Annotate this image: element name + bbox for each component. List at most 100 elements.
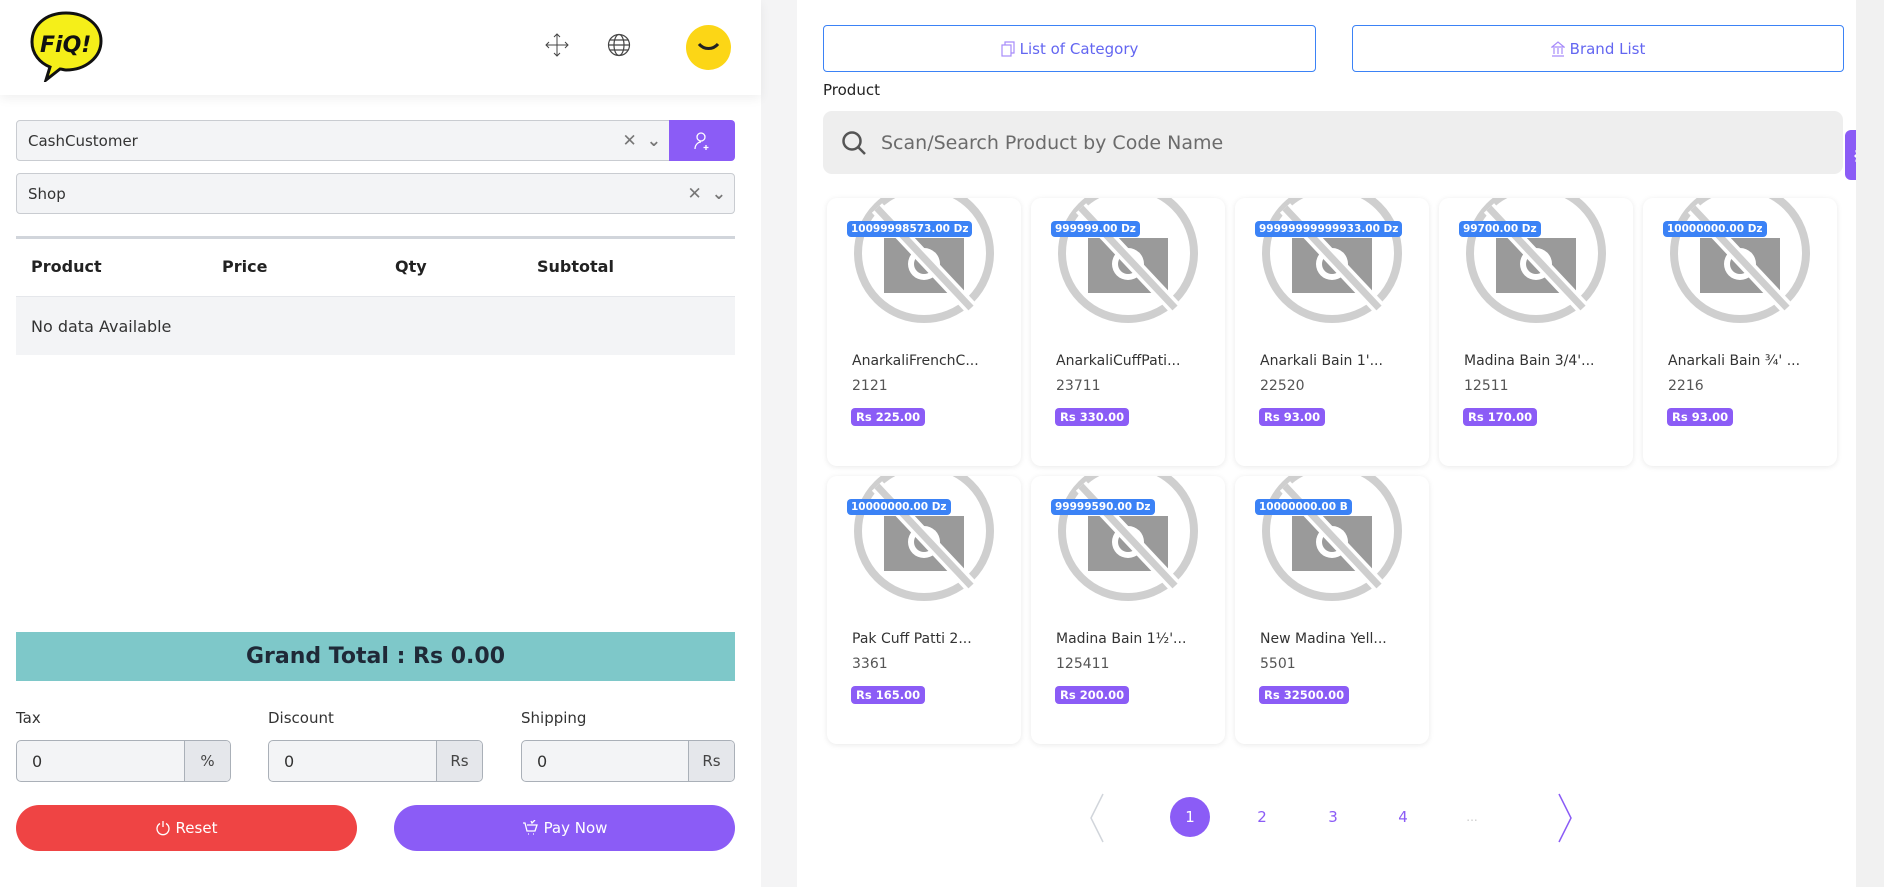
page-1[interactable]: 1 xyxy=(1170,797,1210,837)
page-2[interactable]: 2 xyxy=(1242,797,1282,837)
shipping-value[interactable]: 0 xyxy=(522,741,688,781)
add-customer-button[interactable] xyxy=(669,120,735,161)
next-page-button[interactable] xyxy=(1556,792,1574,848)
col-subtotal: Subtotal xyxy=(537,257,614,276)
stock-badge: 10099998573.00 Dz xyxy=(847,221,973,237)
copy-icon xyxy=(1001,40,1015,57)
empty-message: No data Available xyxy=(31,316,172,336)
tax-value[interactable]: 0 xyxy=(17,741,184,781)
grand-total: Grand Total : Rs 0.00 xyxy=(16,632,735,681)
no-image-icon xyxy=(854,476,994,601)
no-image-icon xyxy=(1058,476,1198,601)
brand-label: Brand List xyxy=(1569,39,1646,58)
chevron-down-icon[interactable]: ⌄ xyxy=(647,131,661,151)
product-label: Product xyxy=(823,81,880,99)
category-label: List of Category xyxy=(1019,39,1139,58)
stock-badge: 10000000.00 Dz xyxy=(847,499,951,515)
avatar[interactable] xyxy=(686,25,731,70)
product-code: 2216 xyxy=(1668,378,1704,394)
price-badge: Rs 330.00 xyxy=(1055,408,1130,426)
customer-select[interactable]: CashCustomer ✕ ⌄ xyxy=(16,120,670,161)
svg-text:FiQ!: FiQ! xyxy=(40,33,91,58)
search-icon xyxy=(842,130,866,155)
customer-value: CashCustomer xyxy=(28,131,138,150)
clear-icon[interactable]: ✕ xyxy=(688,184,702,204)
shipping-input[interactable]: 0 Rs xyxy=(521,740,735,782)
list-of-category-button[interactable]: List of Category xyxy=(823,25,1316,72)
product-name: Pak Cuff Patti 2... xyxy=(852,631,972,647)
product-card[interactable]: 10099998573.00 Dz AnarkaliFrenchC... 2121 R… xyxy=(827,198,1021,466)
product-code: 22520 xyxy=(1260,378,1305,394)
cart-icon xyxy=(522,820,538,835)
clear-icon[interactable]: ✕ xyxy=(623,131,637,151)
empty-row: No data Available xyxy=(16,296,735,355)
col-price: Price xyxy=(222,257,268,276)
power-icon xyxy=(155,821,170,836)
cart-panel: FiQ! CashCustomer ✕ ⌄ Shop ✕ ⌄ Product Pri… xyxy=(0,0,761,887)
scrollbar[interactable] xyxy=(1856,0,1884,887)
discount-value[interactable]: 0 xyxy=(269,741,436,781)
no-image-icon xyxy=(1466,198,1606,323)
pay-now-button[interactable]: Pay Now xyxy=(394,805,735,851)
product-name: Anarkali Bain ¾' ... xyxy=(1668,353,1801,369)
stock-badge: 99999999999933.00 Dz xyxy=(1255,221,1403,237)
product-card[interactable]: 10000000.00 B New Madina Yell... 5501 Rs 32… xyxy=(1235,476,1429,744)
tax-addon: % xyxy=(184,741,230,781)
product-code: 12511 xyxy=(1464,378,1509,394)
chevron-right-icon xyxy=(1558,793,1572,843)
stock-badge: 999999.00 Dz xyxy=(1051,221,1140,237)
product-code: 3361 xyxy=(852,656,888,672)
tax-input[interactable]: 0% xyxy=(16,740,231,782)
logo: FiQ! xyxy=(30,10,104,86)
stock-badge: 99700.00 Dz xyxy=(1459,221,1541,237)
warehouse-value: Shop xyxy=(28,184,66,203)
price-badge: Rs 32500.00 xyxy=(1259,686,1350,704)
page-4[interactable]: 4 xyxy=(1383,797,1423,837)
product-card[interactable]: 999999.00 Dz AnarkaliCuffPati... 23711 Rs 3… xyxy=(1031,198,1225,466)
globe-icon[interactable] xyxy=(607,33,631,61)
stock-badge: 10000000.00 Dz xyxy=(1663,221,1767,237)
product-name: New Madina Yell... xyxy=(1260,631,1387,647)
product-card[interactable]: 10000000.00 Dz Pak Cuff Patti 2... 3361 Rs … xyxy=(827,476,1021,744)
tax-label: Tax xyxy=(16,709,41,727)
shipping-addon: Rs xyxy=(688,741,734,781)
product-search-input[interactable]: Scan/Search Product by Code Name xyxy=(823,111,1843,174)
warehouse-select[interactable]: Shop ✕ ⌄ xyxy=(16,173,735,214)
product-name: Madina Bain 1½'... xyxy=(1056,631,1187,647)
discount-addon: Rs xyxy=(436,741,482,781)
product-card[interactable]: 10000000.00 Dz Anarkali Bain ¾' ... 2216 Rs… xyxy=(1643,198,1837,466)
product-card[interactable]: 99999590.00 Dz Madina Bain 1½'... 125411 Rs… xyxy=(1031,476,1225,744)
price-badge: Rs 165.00 xyxy=(851,686,926,704)
page-3[interactable]: 3 xyxy=(1313,797,1353,837)
page-ellipsis[interactable]: ... xyxy=(1452,797,1492,837)
price-badge: Rs 200.00 xyxy=(1055,686,1130,704)
fullscreen-icon[interactable] xyxy=(545,33,569,61)
top-header: FiQ! xyxy=(0,0,761,95)
price-badge: Rs 170.00 xyxy=(1463,408,1538,426)
product-code: 125411 xyxy=(1056,656,1110,672)
discount-label: Discount xyxy=(268,709,334,727)
chevron-down-icon[interactable]: ⌄ xyxy=(712,184,726,204)
add-user-icon xyxy=(694,131,709,150)
shipping-label: Shipping xyxy=(521,709,587,727)
price-badge: Rs 93.00 xyxy=(1259,408,1326,426)
search-placeholder: Scan/Search Product by Code Name xyxy=(881,131,1224,154)
product-card[interactable]: 99700.00 Dz Madina Bain 3/4'... 12511 Rs 17… xyxy=(1439,198,1633,466)
product-code: 2121 xyxy=(852,378,888,394)
product-name: AnarkaliFrenchC... xyxy=(852,353,979,369)
product-card[interactable]: 99999999999933.00 Dz Anarkali Bain 1'... 2… xyxy=(1235,198,1429,466)
no-image-icon xyxy=(1262,476,1402,601)
no-image-icon xyxy=(1670,198,1810,323)
product-name: Anarkali Bain 1'... xyxy=(1260,353,1383,369)
discount-input[interactable]: 0 Rs xyxy=(268,740,483,782)
pay-now-label: Pay Now xyxy=(543,819,608,837)
product-code: 5501 xyxy=(1260,656,1296,672)
bank-icon xyxy=(1550,40,1565,57)
col-product: Product xyxy=(31,257,102,276)
no-image-icon xyxy=(1058,198,1198,323)
prev-page-button[interactable] xyxy=(1088,792,1106,848)
stock-badge: 99999590.00 Dz xyxy=(1051,499,1155,515)
reset-button[interactable]: Reset xyxy=(16,805,357,851)
cart-table xyxy=(16,236,735,239)
brand-list-button[interactable]: Brand List xyxy=(1352,25,1844,72)
